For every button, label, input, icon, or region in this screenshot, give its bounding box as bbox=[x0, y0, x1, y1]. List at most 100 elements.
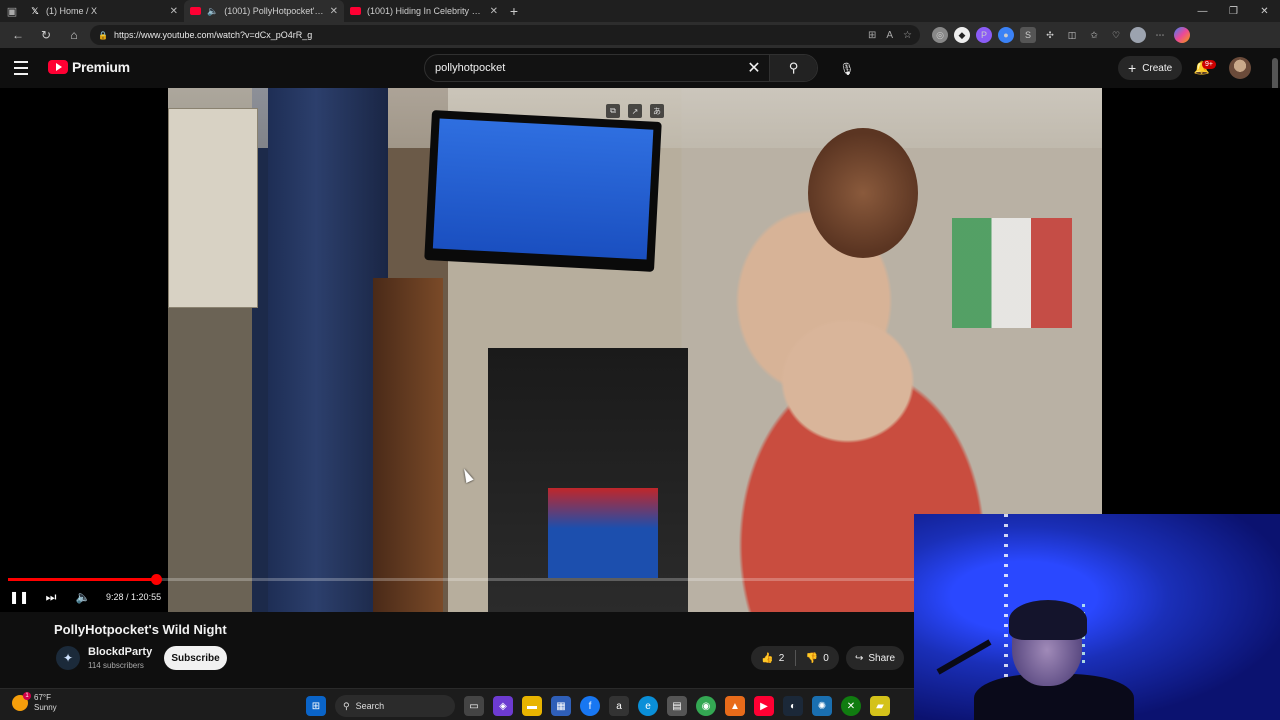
tab-title: (1001) PollyHotpocket's Wild Night bbox=[224, 6, 323, 16]
app-icon[interactable]: ✺ bbox=[812, 696, 832, 716]
translate-icon[interactable]: あ bbox=[650, 104, 664, 118]
time-total: 1:20:55 bbox=[131, 592, 162, 602]
time-current: 9:28 bbox=[106, 592, 124, 602]
youtube-premium-logo[interactable]: Premium bbox=[48, 59, 130, 75]
edge-icon[interactable]: e bbox=[638, 696, 658, 716]
xbox-icon[interactable]: ✕ bbox=[841, 696, 861, 716]
amazon-icon[interactable]: a bbox=[609, 696, 629, 716]
picture-in-picture-icon[interactable]: ⧉ bbox=[606, 104, 620, 118]
time-display: 9:28 / 1:20:55 bbox=[106, 592, 162, 602]
subscriber-count: 114 subscribers bbox=[88, 661, 144, 670]
extensions-area: ◎ ◆ P ● S ✣ ◫ ✩ ♡ ⋯ bbox=[932, 27, 1190, 43]
youtube-header: Premium pollyhotpocket ✕ ⚲ 🎙 + Create 🔔 bbox=[0, 48, 1280, 88]
restore-icon[interactable]: ❐ bbox=[1218, 0, 1249, 22]
logo-text: Premium bbox=[72, 59, 130, 75]
speaker-icon[interactable]: 🔈 bbox=[207, 6, 218, 17]
browser-essentials-icon[interactable]: ♡ bbox=[1108, 27, 1124, 43]
next-icon[interactable]: ⏭ bbox=[42, 588, 60, 606]
x-logo-icon: 𝕏 bbox=[31, 5, 39, 16]
chrome-icon[interactable]: ◉ bbox=[696, 696, 716, 716]
dislike-button[interactable]: 👎 0 bbox=[796, 653, 840, 664]
progress-scrubber[interactable] bbox=[150, 574, 162, 585]
extension-icon[interactable]: S bbox=[1020, 27, 1036, 43]
profile-icon[interactable] bbox=[1130, 27, 1146, 43]
task-view-icon[interactable]: ▭ bbox=[464, 696, 484, 716]
like-dislike-group: 👍 2 👎 0 bbox=[751, 646, 839, 670]
favorite-star-icon[interactable]: ☆ bbox=[903, 30, 912, 41]
search-input[interactable]: pollyhotpocket bbox=[435, 62, 739, 74]
thumbs-down-icon: 👎 bbox=[805, 652, 819, 664]
search-button[interactable]: ⚲ bbox=[769, 55, 817, 81]
thumbs-up-icon: 👍 bbox=[761, 652, 774, 664]
vlc-icon[interactable]: ▲ bbox=[725, 696, 745, 716]
search-box: pollyhotpocket ✕ ⚲ bbox=[424, 54, 818, 82]
share-out-icon[interactable]: ↗ bbox=[628, 104, 642, 118]
close-icon[interactable]: ✕ bbox=[330, 6, 338, 17]
extension-icon[interactable]: ◎ bbox=[932, 27, 948, 43]
close-icon[interactable]: ✕ bbox=[170, 6, 178, 17]
extension-icon[interactable]: ◆ bbox=[954, 27, 970, 43]
app-available-icon[interactable]: ⊞ bbox=[868, 30, 876, 41]
minimize-icon[interactable]: — bbox=[1187, 0, 1218, 22]
like-button[interactable]: 👍 2 bbox=[751, 653, 795, 664]
favorites-icon[interactable]: ✩ bbox=[1086, 27, 1102, 43]
home-icon[interactable]: ⌂ bbox=[62, 24, 86, 46]
tab-actions-icon[interactable]: ▣ bbox=[0, 0, 24, 22]
youtube-app-icon[interactable]: ▶ bbox=[754, 696, 774, 716]
create-button[interactable]: + Create bbox=[1118, 56, 1183, 80]
url-text: https://www.youtube.com/watch?v=dCx_pO4r… bbox=[113, 30, 313, 40]
screen: ▣ 𝕏 (1) Home / X ✕ 🔈 (1001) PollyHotpock… bbox=[0, 0, 1280, 720]
tab-youtube-video[interactable]: 🔈 (1001) PollyHotpocket's Wild Night ✕ bbox=[184, 0, 344, 22]
taskbar-icons: ⊞ ⚲ Search ▭ ◈ ▬ ▦ f a e ▤ ◉ ▲ ▶ ◐ ✺ ✕ ▰ bbox=[306, 695, 890, 717]
copilot-app-icon[interactable]: ◈ bbox=[493, 696, 513, 716]
more-menu-icon[interactable]: ⋯ bbox=[1152, 27, 1168, 43]
extensions-puzzle-icon[interactable]: ✣ bbox=[1042, 27, 1058, 43]
windows-taskbar: 67°F Sunny ⊞ ⚲ Search ▭ ◈ ▬ ▦ f a e ▤ ◉ … bbox=[0, 688, 914, 720]
close-window-icon[interactable]: ✕ bbox=[1249, 0, 1280, 22]
pause-icon[interactable]: ❚❚ bbox=[9, 588, 29, 606]
share-button[interactable]: ↪ Share bbox=[846, 646, 904, 670]
tab-home-x[interactable]: 𝕏 (1) Home / X ✕ bbox=[24, 0, 184, 22]
windows-start-icon[interactable]: ⊞ bbox=[306, 696, 326, 716]
taskbar-search-box[interactable]: ⚲ Search bbox=[335, 695, 455, 717]
tab-youtube-livestream[interactable]: (1001) Hiding In Celebrity Livestream ✕ bbox=[344, 0, 504, 22]
window-controls: — ❐ ✕ bbox=[1187, 0, 1280, 22]
webcam-overlay bbox=[914, 514, 1280, 720]
close-icon[interactable]: ✕ bbox=[490, 6, 498, 17]
address-bar[interactable]: 🔒 https://www.youtube.com/watch?v=dCx_pO… bbox=[90, 25, 920, 45]
weather-widget[interactable]: 67°F Sunny bbox=[12, 692, 57, 713]
address-toolbar: ← ↻ ⌂ 🔒 https://www.youtube.com/watch?v=… bbox=[0, 22, 1280, 48]
sun-icon bbox=[12, 692, 31, 711]
calculator-icon[interactable]: ▤ bbox=[667, 696, 687, 716]
extension-icon[interactable]: P bbox=[976, 27, 992, 43]
read-aloud-icon[interactable]: A bbox=[886, 30, 893, 41]
voice-search-mic-icon[interactable]: 🎙 bbox=[834, 56, 860, 82]
menu-icon[interactable] bbox=[14, 58, 34, 78]
refresh-icon[interactable]: ↻ bbox=[34, 24, 58, 46]
steam-icon[interactable]: ◐ bbox=[783, 696, 803, 716]
channel-avatar-icon[interactable]: ✦ bbox=[56, 646, 80, 670]
youtube-play-icon bbox=[48, 60, 68, 74]
share-icon: ↪ bbox=[854, 652, 864, 664]
app-icon[interactable]: ▰ bbox=[870, 696, 890, 716]
facebook-icon[interactable]: f bbox=[580, 696, 600, 716]
taskbar-search-label: Search bbox=[355, 701, 385, 711]
back-arrow-icon[interactable]: ← bbox=[6, 24, 30, 46]
plus-icon: + bbox=[1128, 60, 1137, 76]
lock-icon[interactable]: 🔒 bbox=[98, 31, 108, 40]
extension-icon[interactable]: ● bbox=[998, 27, 1014, 43]
subscribe-button[interactable]: Subscribe bbox=[164, 646, 227, 670]
split-screen-icon[interactable]: ◫ bbox=[1064, 27, 1080, 43]
store-icon[interactable]: ▦ bbox=[551, 696, 571, 716]
account-avatar[interactable] bbox=[1229, 57, 1251, 79]
youtube-logo-icon bbox=[350, 7, 361, 15]
file-explorer-icon[interactable]: ▬ bbox=[522, 696, 542, 716]
volume-icon[interactable]: 🔈 bbox=[74, 588, 92, 606]
clear-search-icon[interactable]: ✕ bbox=[739, 58, 769, 78]
copilot-icon[interactable] bbox=[1174, 27, 1190, 43]
tab-title: (1001) Hiding In Celebrity Livestream bbox=[367, 6, 484, 16]
channel-name[interactable]: BlockdParty bbox=[88, 646, 152, 658]
new-tab-button[interactable]: + bbox=[504, 3, 524, 19]
share-label: Share bbox=[868, 652, 896, 664]
create-label: Create bbox=[1142, 62, 1173, 74]
